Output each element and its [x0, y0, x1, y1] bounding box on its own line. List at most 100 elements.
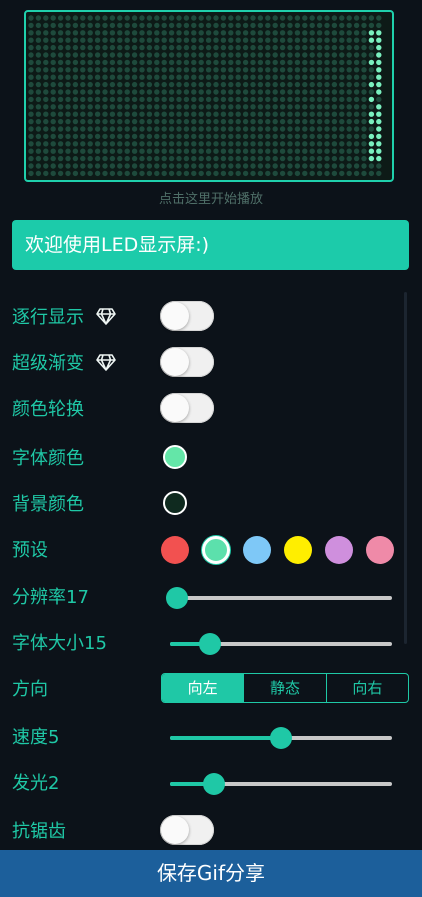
super-gradient-toggle[interactable] — [160, 347, 214, 377]
line-by-line-toggle[interactable] — [160, 301, 214, 331]
led-dot — [183, 52, 190, 58]
font-color-label: 字体颜色 — [12, 448, 84, 469]
led-dot-on — [376, 67, 382, 73]
led-dot — [176, 104, 182, 110]
led-dot — [198, 118, 204, 125]
led-dot-on — [368, 37, 375, 43]
led-dot — [57, 59, 64, 66]
led-dot — [287, 30, 293, 36]
font-size-slider[interactable] — [170, 624, 392, 664]
led-dot — [94, 52, 101, 58]
led-dot — [205, 163, 212, 169]
slider-thumb[interactable] — [165, 587, 188, 609]
led-dot — [309, 141, 315, 147]
led-dot — [43, 30, 49, 36]
led-dot — [117, 52, 123, 58]
preset-color-1[interactable] — [161, 536, 189, 564]
slider-thumb[interactable] — [270, 727, 292, 749]
message-input[interactable]: 欢迎使用LED显示屏:) — [12, 220, 409, 270]
led-dot — [316, 163, 323, 169]
led-dot — [361, 15, 367, 21]
led-dot — [102, 37, 108, 43]
play-hint[interactable]: 点击这里开始播放 — [0, 188, 422, 207]
led-dot — [35, 170, 42, 177]
slider-thumb[interactable] — [203, 773, 226, 795]
led-dot — [316, 59, 323, 66]
led-dot — [205, 15, 212, 21]
bg-color-swatch[interactable] — [163, 491, 187, 515]
led-dot — [131, 22, 138, 29]
settings-scrollbar[interactable] — [404, 292, 407, 644]
led-dot-on — [376, 59, 382, 66]
led-dot — [361, 133, 367, 140]
led-dot — [139, 163, 145, 169]
led-dot — [191, 141, 197, 147]
led-dot — [235, 133, 241, 140]
led-dot — [228, 22, 234, 29]
led-dot — [220, 118, 227, 125]
led-dot — [139, 148, 145, 154]
led-dot — [168, 96, 175, 103]
led-dot — [146, 15, 153, 21]
led-dot — [117, 111, 123, 117]
led-dot — [279, 141, 286, 147]
led-dot — [302, 89, 308, 95]
led-dot — [331, 96, 338, 103]
led-dot — [176, 30, 182, 36]
font-color-swatch[interactable] — [163, 445, 187, 469]
led-dot — [57, 133, 64, 140]
led-dot — [368, 15, 375, 21]
led-dot — [279, 111, 286, 117]
speed-row: 速度5 — [12, 718, 412, 758]
led-dot — [257, 59, 264, 66]
led-dot — [65, 111, 71, 117]
led-dot — [168, 15, 175, 21]
preset-color-4[interactable] — [284, 536, 312, 564]
led-dot — [346, 126, 352, 132]
led-dot — [87, 81, 93, 88]
led-dot — [72, 59, 79, 66]
led-dot — [102, 81, 108, 88]
resolution-slider[interactable] — [165, 578, 392, 618]
slider-thumb[interactable] — [198, 633, 221, 655]
led-dot — [94, 15, 101, 21]
led-dot — [309, 111, 315, 117]
led-dot — [302, 111, 308, 117]
preset-color-2[interactable] — [202, 536, 230, 564]
led-dot — [294, 133, 301, 140]
led-dot — [242, 126, 249, 132]
led-dot — [191, 89, 197, 95]
led-dot — [242, 141, 249, 147]
led-dot — [28, 37, 34, 43]
preset-color-5[interactable] — [325, 536, 353, 564]
glow-slider[interactable] — [170, 764, 392, 804]
led-dot — [72, 170, 79, 177]
led-dot — [139, 37, 145, 43]
direction-static-option[interactable]: 静态 — [243, 674, 325, 702]
speed-slider[interactable] — [170, 718, 392, 758]
preset-color-6[interactable] — [366, 536, 394, 564]
led-dot — [272, 111, 278, 117]
direction-right-option[interactable]: 向右 — [325, 674, 408, 702]
led-dot — [146, 118, 153, 125]
color-cycle-toggle[interactable] — [160, 393, 214, 423]
direction-left-option[interactable]: 向左 — [162, 674, 244, 702]
led-display-panel[interactable] — [24, 10, 394, 182]
led-dot-on — [376, 81, 382, 88]
save-gif-share-button[interactable]: 保存Gif分享 — [0, 850, 422, 897]
led-dot — [176, 155, 182, 162]
led-dot — [109, 37, 116, 43]
led-dot — [154, 44, 160, 51]
led-dot — [80, 104, 86, 110]
preset-color-3[interactable] — [243, 536, 271, 564]
antialias-toggle[interactable] — [160, 815, 214, 845]
led-dot — [235, 30, 241, 36]
led-dot — [302, 170, 308, 177]
led-dot — [324, 170, 330, 177]
led-dot — [43, 170, 49, 177]
led-dot — [72, 74, 79, 80]
led-dot — [361, 111, 367, 117]
led-dot — [117, 30, 123, 36]
led-dot — [80, 44, 86, 51]
super-gradient-label: 超级渐变 — [12, 344, 116, 384]
